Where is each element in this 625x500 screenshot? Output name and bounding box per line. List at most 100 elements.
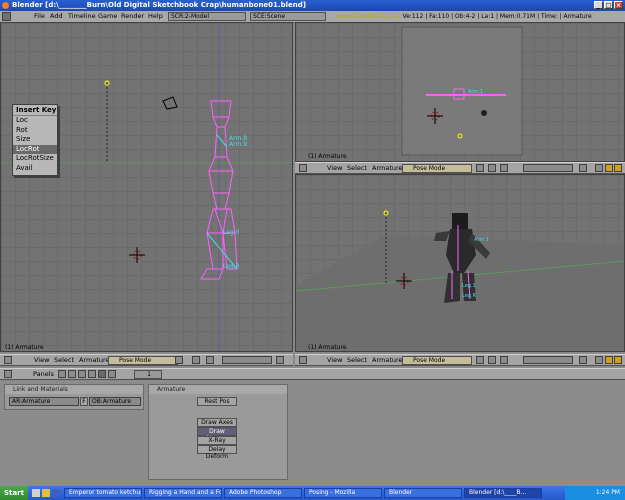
mode-select[interactable]: Pose Mode [108, 356, 178, 365]
armature-datablock-field[interactable]: AR:Armature [9, 397, 79, 406]
manipulator-icon[interactable] [500, 164, 508, 172]
rest-pos-button[interactable]: Rest Pos [197, 397, 237, 406]
scene-select[interactable]: SCE:Scene [250, 12, 326, 21]
link-materials-panel: Link and Materials AR:Armature F OB:Arma… [4, 384, 144, 410]
xray-button[interactable]: X-Ray [197, 436, 237, 445]
menu-file[interactable]: File [34, 11, 45, 22]
editor-type-icon[interactable] [4, 370, 12, 378]
view-header-left: View Select Armature Pose Mode [0, 354, 293, 366]
menu-select[interactable]: Select [347, 355, 367, 365]
task-ketchup[interactable]: Emperor tomato ketchup [64, 488, 142, 498]
object-icon[interactable] [88, 370, 96, 378]
render-icon[interactable] [595, 164, 603, 172]
menu-help[interactable]: Help [148, 11, 163, 22]
minimize-button[interactable]: _ [594, 1, 603, 9]
quicklaunch-icon[interactable] [52, 489, 60, 497]
mode-select[interactable]: Pose Mode [402, 164, 472, 173]
editor-type-icon[interactable] [299, 356, 307, 364]
viewport-left[interactable]: Arm.8 Arm.9 Leg.0 Leg.R (1) Armature [0, 22, 293, 352]
layer-icon[interactable] [523, 164, 573, 172]
clock: 1:24 PM [595, 489, 620, 496]
frame-field[interactable]: 1 [134, 370, 162, 379]
editor-type-icon[interactable] [4, 356, 12, 364]
pose-paste-icon[interactable] [614, 164, 622, 172]
pose-copy-icon[interactable] [605, 164, 613, 172]
render-icon[interactable] [595, 356, 603, 364]
logic-icon[interactable] [58, 370, 66, 378]
panels-menu[interactable]: Panels [33, 369, 54, 379]
draw-type-icon[interactable] [476, 356, 484, 364]
close-button[interactable]: × [614, 1, 623, 9]
blender-logo-icon [2, 2, 9, 9]
task-rigging[interactable]: Rigging a Hand and a Foo... [144, 488, 222, 498]
title-bar: Blender [d:\________Burn\Old Digital Ske… [0, 0, 625, 11]
menu-item-size[interactable]: Size [13, 135, 57, 145]
lock-icon[interactable] [579, 356, 587, 364]
draw-type-icon[interactable] [175, 356, 183, 364]
task-blender[interactable]: Blender [384, 488, 462, 498]
task-photoshop[interactable]: Adobe Photoshop [224, 488, 302, 498]
viewport-top-right[interactable]: Arm.1 (1) Armature [295, 22, 625, 162]
menu-armature[interactable]: Armature [372, 355, 403, 365]
menu-armature[interactable]: Armature [79, 355, 110, 365]
menu-view[interactable]: View [327, 163, 342, 173]
menu-item-loc[interactable]: Loc [13, 116, 57, 126]
viewport-bottom-right[interactable]: Arm.1 Leg.1 Leg.R (1) Armature [295, 174, 625, 352]
menu-render[interactable]: Render [121, 11, 144, 22]
menu-armature[interactable]: Armature [372, 163, 403, 173]
layer-icon[interactable] [523, 356, 573, 364]
bone-label: Leg.R [462, 293, 477, 299]
info-window-icon[interactable] [2, 12, 11, 21]
pivot-icon[interactable] [192, 356, 200, 364]
menu-item-rot[interactable]: Rot [13, 126, 57, 136]
taskbar: Start Emperor tomato ketchup Rigging a H… [0, 486, 625, 500]
task-blender-active[interactable]: Blender [d:\____B... [464, 488, 542, 498]
pivot-icon[interactable] [488, 164, 496, 172]
manipulator-icon[interactable] [206, 356, 214, 364]
editing-icon[interactable] [98, 370, 106, 378]
menu-item-locrot[interactable]: LocRot [13, 144, 57, 155]
scene-icon[interactable] [108, 370, 116, 378]
editor-type-icon[interactable] [299, 164, 307, 172]
draw-axes-button[interactable]: Draw Axes [197, 418, 237, 427]
bone-label: Leg.1 [462, 283, 476, 289]
script-icon[interactable] [68, 370, 76, 378]
armature-panel: Armature Rest Pos Draw Axes Draw Names X… [148, 384, 288, 480]
delay-deform-button[interactable]: Delay Deform [197, 445, 237, 460]
camera-icon [162, 96, 178, 110]
fake-user-button[interactable]: F [80, 397, 88, 406]
draw-names-button[interactable]: Draw Names [197, 427, 237, 442]
draw-type-icon[interactable] [476, 164, 484, 172]
maximize-button[interactable]: □ [604, 1, 613, 9]
quicklaunch-icon[interactable] [32, 489, 40, 497]
pose-paste-icon[interactable] [614, 356, 622, 364]
lock-icon[interactable] [276, 356, 284, 364]
viewport-bottom-right-label: (1) Armature [308, 344, 347, 351]
menu-select[interactable]: Select [347, 163, 367, 173]
start-button[interactable]: Start [0, 486, 28, 500]
menu-timeline[interactable]: Timeline [68, 11, 96, 22]
manipulator-icon[interactable] [500, 356, 508, 364]
info-url: www.blender.org 234 [337, 13, 401, 20]
pivot-icon[interactable] [488, 356, 496, 364]
menu-game[interactable]: Game [98, 11, 117, 22]
menu-view[interactable]: View [327, 355, 342, 365]
mode-select[interactable]: Pose Mode [402, 356, 472, 365]
bone-label: Arm.1 [468, 89, 484, 95]
menu-item-avail[interactable]: Avail [13, 164, 57, 174]
object-name-field[interactable]: OB:Armature [89, 397, 141, 406]
view-header-bottom-right: View Select Armature Pose Mode [295, 354, 625, 366]
topright-scene-svg [401, 26, 523, 156]
menu-select[interactable]: Select [54, 355, 74, 365]
lock-icon[interactable] [579, 164, 587, 172]
task-mozilla[interactable]: Posing - Mozilla [304, 488, 382, 498]
pose-copy-icon[interactable] [605, 356, 613, 364]
menu-view[interactable]: View [34, 355, 49, 365]
layer-icon[interactable] [222, 356, 272, 364]
quicklaunch-icon[interactable] [42, 489, 50, 497]
screen-select[interactable]: SCR:2-Model [168, 12, 246, 21]
bone-label: Leg.R [223, 263, 240, 270]
shading-icon[interactable] [78, 370, 86, 378]
menu-item-locrotsize[interactable]: LocRotSize [13, 154, 57, 164]
menu-add[interactable]: Add [50, 11, 63, 22]
